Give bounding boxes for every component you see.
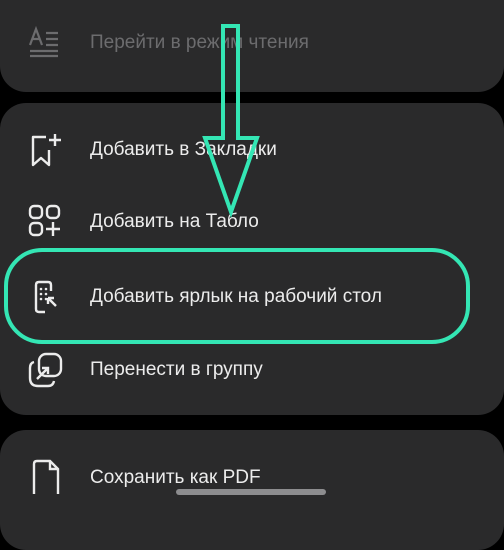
home-indicator[interactable] — [176, 489, 326, 495]
grid-add-icon — [26, 202, 66, 242]
menu-item-move-to-group[interactable]: Перенести в группу — [0, 340, 504, 400]
menu-item-label: Перенести в группу — [90, 359, 263, 380]
highlight-annotation — [4, 248, 470, 344]
bookmark-add-icon — [26, 130, 66, 170]
move-to-group-icon — [26, 350, 66, 390]
menu-item-save-pdf[interactable]: Сохранить как PDF — [0, 448, 504, 508]
annotation-arrow-icon — [202, 24, 260, 219]
reading-mode-icon — [26, 23, 66, 63]
pdf-file-icon — [26, 458, 66, 498]
menu-item-label: Сохранить как PDF — [90, 467, 261, 488]
